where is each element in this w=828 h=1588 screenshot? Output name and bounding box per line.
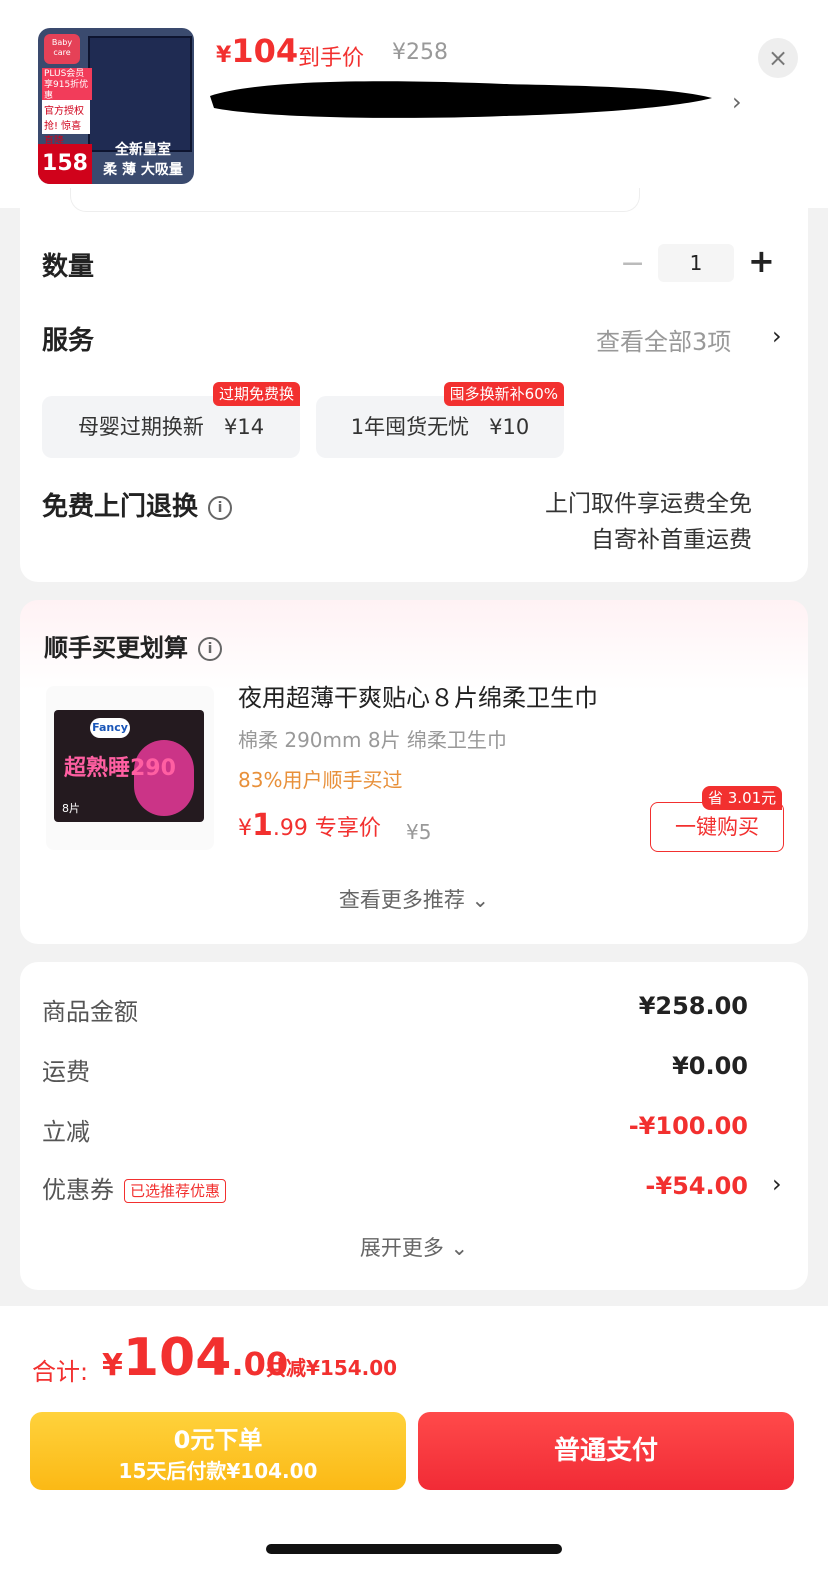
service-option-stock-worry-free[interactable]: 1年囤货无忧 ¥10 囤多换新补60% — [316, 382, 564, 458]
pack-count: 8片 — [62, 802, 80, 815]
plus-member-badge: PLUS会员享915折优惠 — [42, 68, 92, 101]
final-price: ¥104 — [216, 32, 299, 70]
close-icon[interactable]: × — [758, 38, 798, 78]
view-more-recommend[interactable]: 查看更多推荐 ⌄ — [20, 884, 808, 914]
quantity-decrease-button[interactable]: − — [620, 246, 645, 281]
addon-title: 顺手买更划算 i — [44, 628, 222, 663]
thumb-price: 158 — [38, 144, 92, 184]
pack-text: 超熟睡290 — [64, 756, 176, 781]
summary-label-shipping: 运费 — [42, 1058, 90, 1086]
chevron-right-icon[interactable]: › — [732, 88, 742, 116]
price-summary-card: 商品金额 ¥258.00 运费 ¥0.00 立减 -¥100.00 优惠券 已选推… — [20, 962, 808, 1290]
addon-product-image[interactable]: Fancy 超熟睡290 8片 — [46, 686, 214, 850]
addon-price: ¥1.99 专享价 — [238, 808, 381, 843]
summary-value-coupon[interactable]: -¥54.00 — [645, 1172, 748, 1200]
total-label: 合计: — [32, 1358, 89, 1386]
scrolled-option-edge — [70, 188, 640, 212]
service-tag: 囤多换新补60% — [443, 382, 564, 406]
chevron-right-icon[interactable]: › — [772, 322, 782, 350]
addon-recommend-card: 顺手买更划算 i Fancy 超熟睡290 8片 夜用超薄干爽贴心８片绵柔卫生巾 … — [20, 600, 808, 944]
services-view-all[interactable]: 查看全部3项 — [596, 322, 731, 357]
addon-original-price: ¥5 — [406, 820, 432, 844]
options-card: 数量 − 1 + 服务 查看全部3项 › 母婴过期换新 ¥14 过期免费换 1年… — [20, 188, 808, 582]
addon-bought-rate: 83%用户顺手买过 — [238, 768, 403, 792]
quantity-input[interactable]: 1 — [658, 244, 734, 282]
fancy-logo: Fancy — [90, 718, 130, 738]
summary-value-goods: ¥258.00 — [638, 992, 748, 1020]
info-icon[interactable]: i — [208, 495, 233, 520]
pay-later-button[interactable]: 0元下单 15天后付款¥104.00 — [30, 1412, 406, 1490]
pad-package: Fancy 超熟睡290 8片 — [54, 710, 204, 822]
brand-logo: Baby care — [44, 34, 80, 64]
free-return-label: 免费上门退换 i — [42, 486, 233, 523]
expand-more[interactable]: 展开更多 ⌄ — [20, 1232, 808, 1262]
summary-label-goods: 商品金额 — [42, 998, 138, 1026]
product-thumbnail[interactable]: Baby care PLUS会员享915折优惠 官方授权 抢! 惊喜直降 158… — [38, 28, 194, 184]
summary-label-coupon[interactable]: 优惠券 已选推荐优惠 — [42, 1170, 227, 1205]
product-header: Baby care PLUS会员享915折优惠 官方授权 抢! 惊喜直降 158… — [0, 0, 828, 208]
return-info: 上门取件享运费全免 自寄补首重运费 — [545, 491, 752, 553]
package-image — [88, 36, 192, 152]
redacted-product-title — [210, 81, 712, 118]
summary-label-discount: 立减 — [42, 1118, 90, 1146]
addon-product-spec: 棉柔 290mm 8片 绵柔卫生巾 — [238, 728, 507, 752]
total-saved: 共减¥154.00 — [266, 1356, 398, 1380]
info-icon[interactable]: i — [198, 637, 222, 661]
home-indicator — [266, 1544, 562, 1554]
summary-value-discount: -¥100.00 — [628, 1112, 748, 1140]
normal-pay-button[interactable]: 普通支付 — [418, 1412, 794, 1490]
checkout-footer: 合计: ¥104.00 共减¥154.00 0元下单 15天后付款¥104.00… — [0, 1306, 828, 1588]
service-option-expiry-replace[interactable]: 母婴过期换新 ¥14 过期免费换 — [42, 382, 300, 458]
official-auth-badge: 官方授权 抢! 惊喜直降 — [42, 100, 90, 147]
save-tag: 省 3.01元 — [702, 786, 783, 810]
thumb-caption: 全新皇室 柔 薄 大吸量 — [103, 142, 183, 178]
summary-value-shipping: ¥0.00 — [672, 1052, 748, 1080]
total-amount: ¥104.00 — [102, 1328, 289, 1388]
service-tag: 过期免费换 — [212, 382, 300, 406]
addon-product-name[interactable]: 夜用超薄干爽贴心８片绵柔卫生巾 — [238, 678, 598, 713]
final-price-label: 到手价 — [298, 46, 365, 71]
original-price: ¥258 — [392, 40, 448, 65]
quantity-label: 数量 — [42, 252, 95, 282]
quantity-increase-button[interactable]: + — [748, 242, 775, 280]
services-label: 服务 — [42, 326, 95, 356]
coupon-selected-tag: 已选推荐优惠 — [124, 1179, 227, 1203]
chevron-right-icon[interactable]: › — [772, 1170, 782, 1198]
